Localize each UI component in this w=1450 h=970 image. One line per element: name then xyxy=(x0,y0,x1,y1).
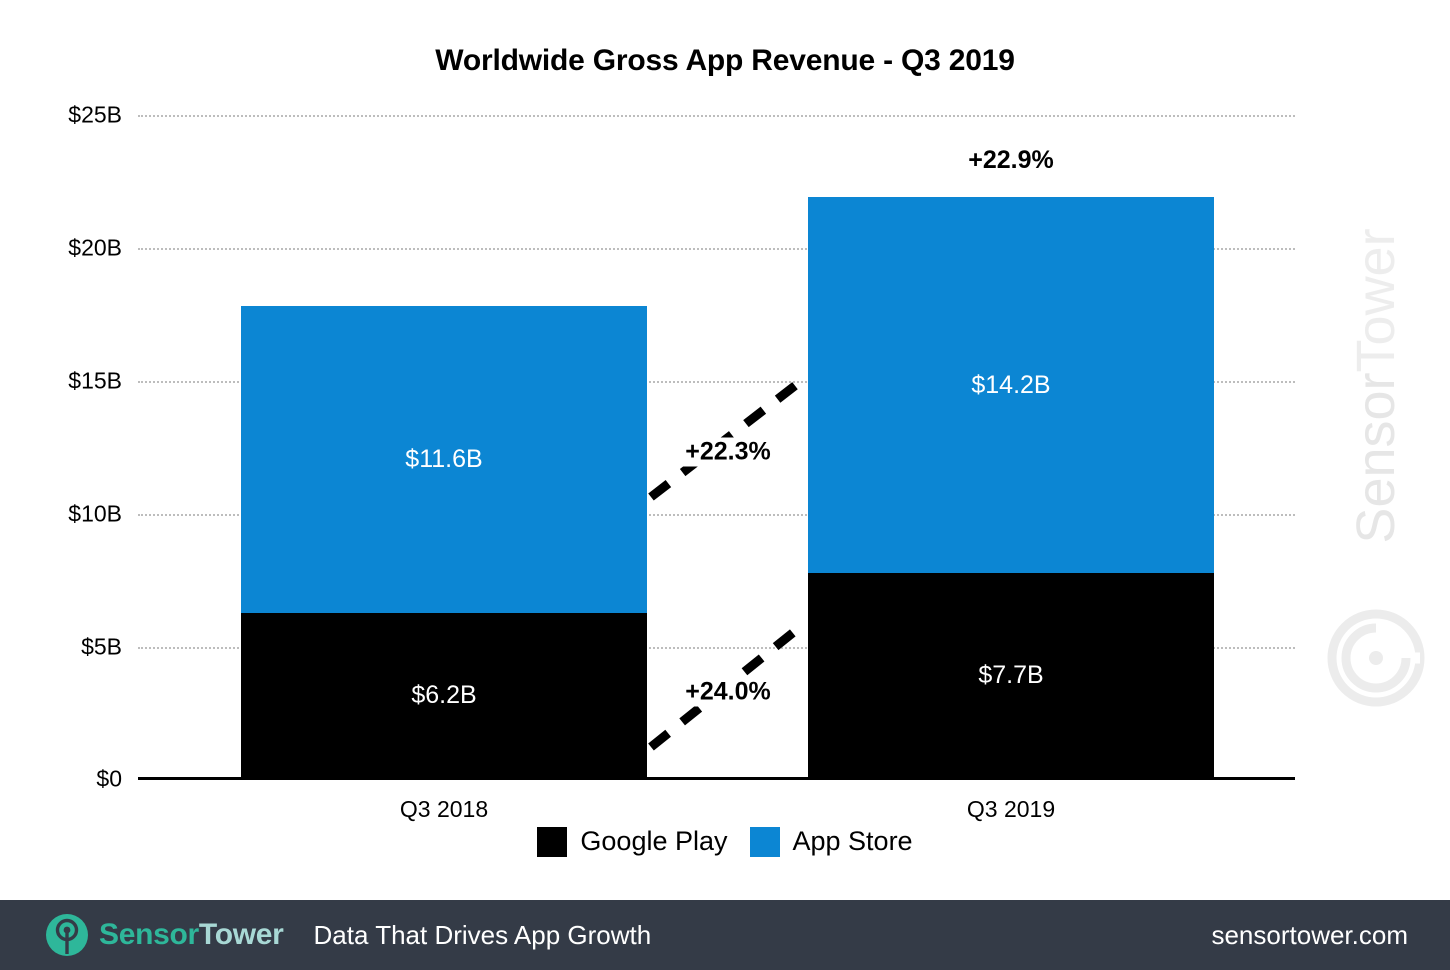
ytick-label-15b: $15B xyxy=(68,367,122,394)
footer-url[interactable]: sensortower.com xyxy=(1211,920,1408,951)
legend-label-app-store: App Store xyxy=(792,826,913,856)
legend-swatch-google-play xyxy=(537,826,568,857)
xtick-label-q3-2019: Q3 2019 xyxy=(966,796,1056,822)
footer-brand-second: Tower xyxy=(198,918,284,951)
footer-tagline: Data That Drives App Growth xyxy=(313,919,652,950)
watermark-brand-second: Tower xyxy=(1346,228,1406,373)
ytick-label-25b: $25B xyxy=(68,101,122,128)
sensortower-target-icon xyxy=(46,914,88,956)
gridline-25b xyxy=(138,115,1295,117)
plot-area: $11.6B $6.2B $14.2B $7.7B +22.3% +24.0% … xyxy=(138,115,1295,778)
ytick-label-5b: $5B xyxy=(81,633,122,660)
growth-label-app-store: +22.3% xyxy=(681,437,775,467)
footer-brand[interactable]: SensorTower xyxy=(45,913,284,957)
chart-figure: Worldwide Gross App Revenue - Q3 2019 Se… xyxy=(0,0,1450,900)
bar-q3-2019[interactable]: $14.2B $7.7B xyxy=(808,197,1214,778)
bar-segment-app-store-2018[interactable]: $11.6B xyxy=(241,306,647,613)
legend-swatch-app-store xyxy=(749,826,780,857)
growth-label-total-2019: +22.9% xyxy=(968,146,1054,174)
footer-brand-first: Sensor xyxy=(99,918,199,951)
bar-segment-label-app-store-2019: $14.2B xyxy=(971,370,1051,399)
legend-item-app-store[interactable]: App Store xyxy=(749,826,913,857)
ytick-label-10b: $10B xyxy=(68,500,122,527)
bar-segment-google-play-2019[interactable]: $7.7B xyxy=(808,573,1214,778)
bar-segment-app-store-2019[interactable]: $14.2B xyxy=(808,197,1214,573)
watermark-wordmark: SensorTower xyxy=(1345,181,1407,591)
sensortower-target-icon xyxy=(1327,609,1425,707)
watermark: SensorTower xyxy=(1316,180,1436,707)
growth-label-google-play: +24.0% xyxy=(681,677,775,707)
xtick-label-q3-2018: Q3 2018 xyxy=(399,796,489,822)
watermark-brand-first: Sensor xyxy=(1346,372,1406,544)
footer-bar: SensorTower Data That Drives App Growth … xyxy=(0,900,1450,970)
chart-title: Worldwide Gross App Revenue - Q3 2019 xyxy=(435,44,1015,77)
chart-legend: Google Play App Store xyxy=(0,826,1450,857)
legend-item-google-play[interactable]: Google Play xyxy=(537,826,728,857)
footer-wordmark: SensorTower xyxy=(99,918,284,952)
legend-label-google-play: Google Play xyxy=(580,826,728,856)
ytick-label-20b: $20B xyxy=(68,234,122,261)
bar-segment-label-google-play-2018: $6.2B xyxy=(411,681,477,709)
bar-segment-label-app-store-2018: $11.6B xyxy=(405,445,483,473)
bar-segment-label-google-play-2019: $7.7B xyxy=(978,661,1044,689)
bar-segment-google-play-2018[interactable]: $6.2B xyxy=(241,613,647,778)
ytick-label-0: $0 xyxy=(96,765,122,792)
bar-q3-2018[interactable]: $11.6B $6.2B xyxy=(241,306,647,778)
x-axis-line xyxy=(138,777,1295,780)
